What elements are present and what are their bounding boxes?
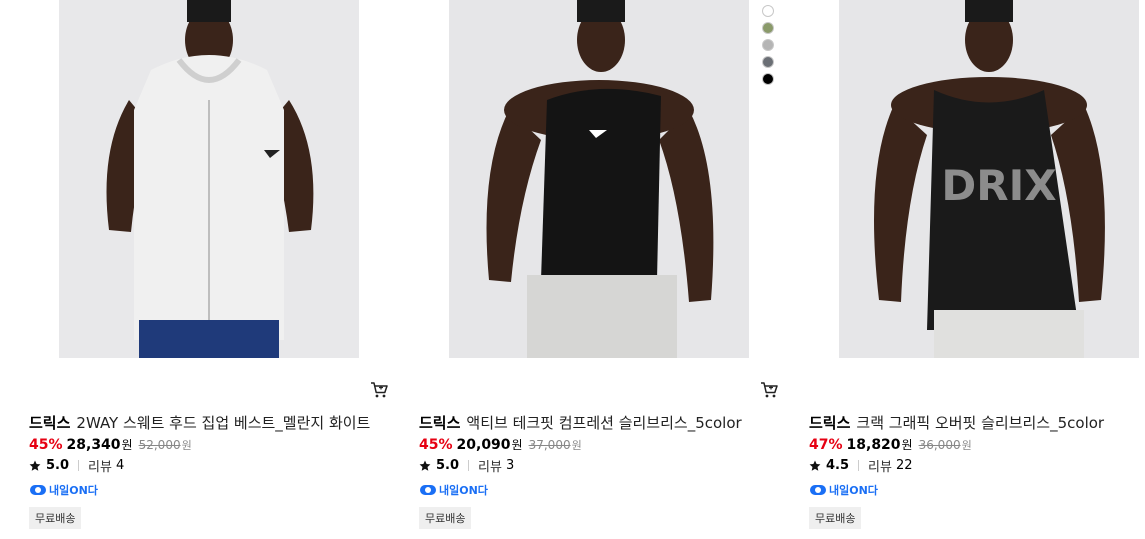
product-photo-illustration: DRIX [839, 0, 1139, 358]
rating-score: 5.0 [436, 458, 460, 473]
discount-rate: 45% [29, 437, 63, 453]
currency: 원 [121, 438, 133, 452]
delivery-badge: 내일ON다 [809, 482, 878, 498]
original-currency: 원 [181, 439, 192, 452]
rating-row: 4.5 리뷰 22 [809, 456, 913, 475]
original-price: 52,000 [138, 438, 181, 452]
product-photo-illustration [59, 0, 359, 358]
color-swatch[interactable] [762, 22, 774, 34]
product-image[interactable] [449, 0, 749, 358]
delivery-truck-icon [30, 485, 46, 495]
divider [468, 460, 470, 471]
delivery-truck-icon [420, 485, 436, 495]
color-swatch[interactable] [762, 39, 774, 51]
product-title[interactable]: 드릭스 2WAY 스웨트 후드 집업 베스트_멜란지 화이트 [29, 412, 389, 433]
price-row: 45% 20,090원 37,000원 [419, 436, 582, 453]
product-image[interactable]: DRIX [839, 0, 1139, 358]
original-currency: 원 [571, 439, 582, 452]
divider [78, 460, 80, 471]
review-label: 리뷰 [88, 460, 112, 475]
delivery-badge: 내일ON다 [29, 482, 98, 498]
cart-icon[interactable] [759, 380, 779, 400]
sale-price: 28,340 [66, 437, 121, 453]
review-label: 리뷰 [868, 460, 892, 475]
product-name[interactable]: 액티브 테크핏 컴프레션 슬리브리스_5color [466, 414, 741, 432]
free-shipping-tag: 무료배송 [809, 507, 862, 529]
product-title[interactable]: 드릭스 액티브 테크핏 컴프레션 슬리브리스_5color [419, 412, 779, 433]
free-shipping-tag: 무료배송 [29, 507, 82, 529]
brand-name[interactable]: 드릭스 [29, 414, 70, 432]
rating-row: 5.0 리뷰 3 [419, 456, 514, 475]
original-price: 37,000 [528, 438, 571, 452]
original-currency: 원 [961, 439, 972, 452]
rating-score: 4.5 [826, 458, 850, 473]
delivery-badge-text: 내일ON다 [829, 484, 878, 497]
discount-rate: 45% [419, 437, 453, 453]
divider [858, 460, 860, 471]
review-count: 3 [505, 458, 515, 473]
brand-name[interactable]: 드릭스 [419, 414, 460, 432]
product-card[interactable]: DRIX 드릭스 크랙 그래픽 오버핏 슬리브리스_5color 47% 18,82… [809, 0, 1145, 539]
sale-price: 20,090 [456, 437, 511, 453]
review-count: 22 [895, 458, 913, 473]
color-swatches [762, 5, 774, 85]
currency: 원 [511, 438, 523, 452]
price-row: 47% 18,820원 36,000원 [809, 436, 972, 453]
free-shipping-tag: 무료배송 [419, 507, 472, 529]
review-label: 리뷰 [478, 460, 502, 475]
graphic-print-text: DRIX [941, 161, 1056, 210]
original-price: 36,000 [918, 438, 961, 452]
product-photo-illustration [449, 0, 749, 358]
star-icon [29, 460, 41, 471]
delivery-badge-text: 내일ON다 [49, 484, 98, 497]
delivery-truck-icon [810, 485, 826, 495]
product-card[interactable]: 드릭스 액티브 테크핏 컴프레션 슬리브리스_5color 45% 20,090원 3… [419, 0, 779, 539]
currency: 원 [901, 438, 913, 452]
review-count: 4 [115, 458, 125, 473]
color-swatch[interactable] [762, 56, 774, 68]
star-icon [809, 460, 821, 471]
sale-price: 18,820 [846, 437, 901, 453]
product-name[interactable]: 크랙 그래픽 오버핏 슬리브리스_5color [856, 414, 1104, 432]
rating-score: 5.0 [46, 458, 70, 473]
delivery-badge: 내일ON다 [419, 482, 488, 498]
product-name[interactable]: 2WAY 스웨트 후드 집업 베스트_멜란지 화이트 [76, 414, 370, 432]
cart-icon[interactable] [369, 380, 389, 400]
product-image[interactable] [59, 0, 359, 358]
color-swatch[interactable] [762, 73, 774, 85]
color-swatch[interactable] [762, 5, 774, 17]
price-row: 45% 28,340원 52,000원 [29, 436, 192, 453]
product-title[interactable]: 드릭스 크랙 그래픽 오버핏 슬리브리스_5color [809, 412, 1145, 433]
rating-row: 5.0 리뷰 4 [29, 456, 124, 475]
brand-name[interactable]: 드릭스 [809, 414, 850, 432]
discount-rate: 47% [809, 437, 843, 453]
star-icon [419, 460, 431, 471]
delivery-badge-text: 내일ON다 [439, 484, 488, 497]
product-card[interactable]: 드릭스 2WAY 스웨트 후드 집업 베스트_멜란지 화이트 45% 28,340원… [29, 0, 389, 539]
